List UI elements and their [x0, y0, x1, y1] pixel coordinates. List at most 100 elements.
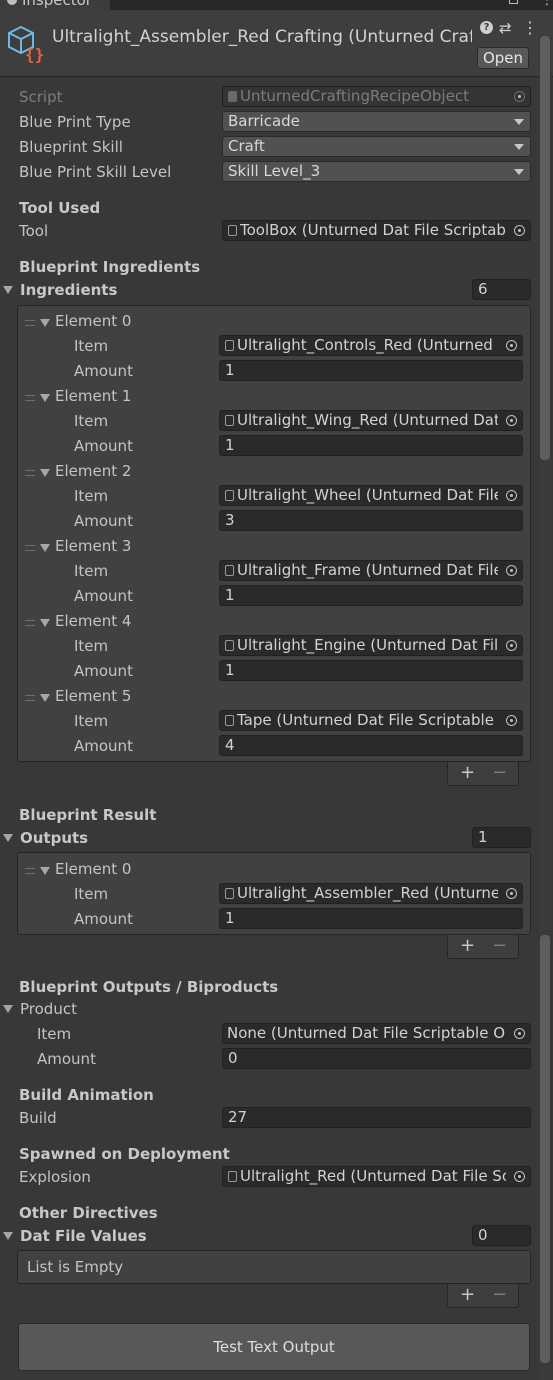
add-element-button[interactable]: +: [460, 762, 475, 784]
element-label[interactable]: Element 3: [55, 537, 131, 555]
element-item-field[interactable]: Ultralight_Engine (Unturned Dat File S: [219, 635, 523, 656]
element-item-field[interactable]: Ultralight_Frame (Unturned Dat File S: [219, 560, 523, 581]
foldout-arrow-icon[interactable]: [40, 867, 50, 875]
add-element-button[interactable]: +: [460, 935, 475, 957]
maximize-icon[interactable]: [509, 0, 518, 4]
add-element-button[interactable]: +: [460, 1284, 475, 1306]
element-label[interactable]: Element 0: [55, 860, 131, 878]
help-icon[interactable]: ?: [480, 21, 493, 34]
ingredients-size-field[interactable]: 6: [472, 279, 531, 300]
script-label: Script: [19, 88, 63, 106]
outputs-label[interactable]: Outputs: [20, 829, 88, 847]
element-amount-field[interactable]: 1: [219, 660, 523, 681]
element-item-label: Item: [74, 712, 109, 730]
remove-element-button[interactable]: −: [492, 935, 507, 957]
foldout-arrow-icon[interactable]: [3, 1232, 13, 1240]
product-amount-field[interactable]: 0: [222, 1048, 531, 1069]
skill-level-dropdown[interactable]: Skill Level_3: [222, 161, 531, 182]
object-picker-icon[interactable]: [514, 225, 525, 236]
foldout-arrow-icon[interactable]: [40, 544, 50, 552]
build-field[interactable]: 27: [222, 1107, 531, 1128]
drag-handle-icon[interactable]: [25, 545, 35, 551]
element-item-field[interactable]: Ultralight_Assembler_Red (Unturned: [219, 883, 523, 904]
more-options-icon[interactable]: ⋮: [522, 18, 538, 37]
dat-file-values-list: List is Empty: [17, 1250, 531, 1284]
remove-element-button[interactable]: −: [492, 762, 507, 784]
object-picker-icon[interactable]: [506, 640, 517, 651]
element-item-field[interactable]: Ultralight_Wing_Red (Unturned Dat Fi: [219, 410, 523, 431]
element-label[interactable]: Element 4: [55, 612, 131, 630]
blue-print-type-dropdown[interactable]: Barricade: [222, 111, 531, 132]
element-item-label: Item: [74, 487, 109, 505]
build-animation-header: Build Animation: [19, 1086, 154, 1104]
drag-handle-icon[interactable]: [25, 695, 35, 701]
element-label[interactable]: Element 0: [55, 312, 131, 330]
drag-handle-icon[interactable]: [25, 620, 35, 626]
element-item-field[interactable]: Tape (Unturned Dat File Scriptable O: [219, 710, 523, 731]
foldout-arrow-icon[interactable]: [40, 469, 50, 477]
element-amount-field[interactable]: 3: [219, 510, 523, 531]
drag-handle-icon[interactable]: [25, 395, 35, 401]
object-picker-icon[interactable]: [514, 1028, 525, 1039]
test-text-output-button[interactable]: Test Text Output: [18, 1323, 530, 1371]
foldout-arrow-icon[interactable]: [3, 1005, 13, 1013]
object-picker-icon: [514, 91, 525, 102]
object-picker-icon[interactable]: [514, 1171, 525, 1182]
ingredients-list-controls: + −: [447, 762, 519, 786]
element-amount-field[interactable]: 1: [219, 360, 523, 381]
element-item-field[interactable]: Ultralight_Wheel (Unturned Dat File S: [219, 485, 523, 506]
drag-handle-icon[interactable]: [25, 470, 35, 476]
preset-icon[interactable]: ⇄: [499, 19, 512, 37]
drag-handle-icon[interactable]: [25, 320, 35, 326]
blueprint-result-header: Blueprint Result: [19, 806, 157, 824]
ingredients-label[interactable]: Ingredients: [20, 281, 117, 299]
biproducts-header: Blueprint Outputs / Biproducts: [19, 978, 279, 996]
object-picker-icon[interactable]: [506, 415, 517, 426]
foldout-arrow-icon[interactable]: [40, 319, 50, 327]
object-picker-icon[interactable]: [506, 888, 517, 899]
dat-file-values-list-controls: + −: [447, 1284, 519, 1308]
element-item-label: Item: [74, 562, 109, 580]
explosion-field[interactable]: Ultralight_Red (Unturned Dat File Scri: [222, 1166, 531, 1187]
blue-print-type-label: Blue Print Type: [19, 113, 131, 131]
tab-inspector[interactable]: Inspector: [0, 0, 110, 10]
asset-icon: [225, 565, 234, 576]
dat-file-values-size-field[interactable]: 0: [472, 1225, 531, 1246]
element-amount-field[interactable]: 4: [219, 735, 523, 756]
element-item-label: Item: [74, 637, 109, 655]
foldout-arrow-icon[interactable]: [40, 394, 50, 402]
object-picker-icon[interactable]: [506, 565, 517, 576]
foldout-arrow-icon[interactable]: [3, 834, 13, 842]
chevron-down-icon: [514, 119, 524, 125]
open-button[interactable]: Open: [477, 47, 529, 69]
more-options-icon[interactable]: ⋮: [540, 0, 553, 8]
element-label[interactable]: Element 5: [55, 687, 131, 705]
element-amount-field[interactable]: 1: [219, 585, 523, 606]
object-picker-icon[interactable]: [506, 340, 517, 351]
tool-field[interactable]: ToolBox (Unturned Dat File Scriptable: [222, 220, 531, 241]
svg-text:{}: {}: [25, 45, 44, 63]
blueprint-skill-dropdown[interactable]: Craft: [222, 136, 531, 157]
dat-file-values-label[interactable]: Dat File Values: [20, 1227, 147, 1245]
foldout-arrow-icon[interactable]: [3, 286, 13, 294]
remove-element-button[interactable]: −: [492, 1284, 507, 1306]
object-picker-icon[interactable]: [506, 715, 517, 726]
scrollbar-thumb-upper[interactable]: [540, 36, 550, 460]
element-label[interactable]: Element 2: [55, 462, 131, 480]
element-amount-field[interactable]: 1: [219, 908, 523, 929]
scrollbar-thumb-lower[interactable]: [540, 935, 550, 1363]
product-label[interactable]: Product: [20, 1000, 77, 1018]
object-picker-icon[interactable]: [506, 490, 517, 501]
outputs-size-field[interactable]: 1: [472, 827, 531, 848]
tool-used-header: Tool Used: [19, 199, 101, 217]
foldout-arrow-icon[interactable]: [40, 694, 50, 702]
list-empty-text: List is Empty: [27, 1258, 124, 1276]
element-label[interactable]: Element 1: [55, 387, 131, 405]
element-amount-field[interactable]: 1: [219, 435, 523, 456]
product-item-field[interactable]: None (Unturned Dat File Scriptable Obje: [222, 1023, 531, 1044]
asset-icon: [225, 340, 234, 351]
script-file-icon: [228, 91, 237, 102]
element-item-field[interactable]: Ultralight_Controls_Red (Unturned Da: [219, 335, 523, 356]
foldout-arrow-icon[interactable]: [40, 619, 50, 627]
drag-handle-icon[interactable]: [25, 868, 35, 874]
